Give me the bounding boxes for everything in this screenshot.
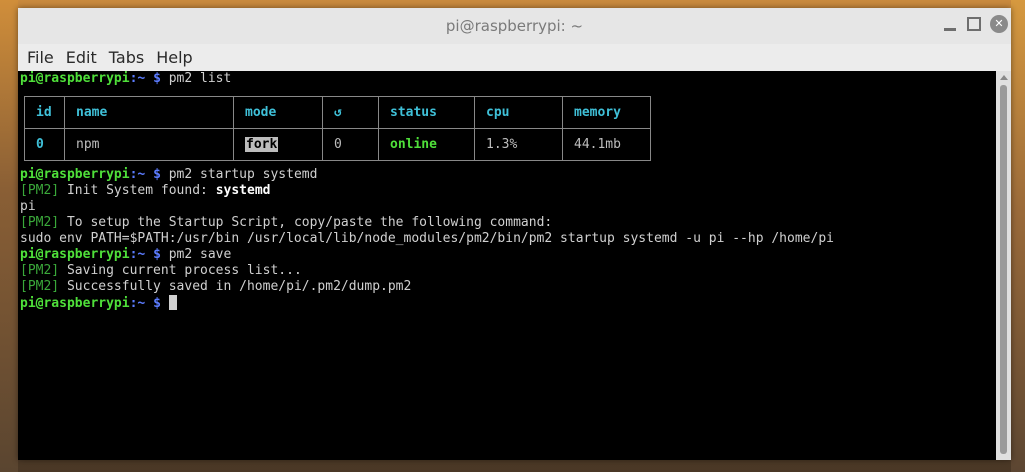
output-text: Successfully saved in /home/pi/.pm2/dump… xyxy=(59,279,412,294)
desktop-background-right xyxy=(1011,0,1025,472)
output-value: systemd xyxy=(215,183,271,198)
command-text: pm2 list xyxy=(160,71,232,86)
command-line: pi@raspberrypi:~ $ xyxy=(20,295,177,311)
command-line: pi@raspberrypi:~ $ pm2 save xyxy=(20,247,231,263)
table-row: 0 npm fork 0 online 1.3% 44.1mb xyxy=(24,128,651,161)
command-line: pi@raspberrypi:~ $ pm2 list xyxy=(20,71,231,87)
close-icon: ✕ xyxy=(994,17,1004,30)
output-line: [PM2] Init System found: systemd xyxy=(20,183,270,199)
output-text: To setup the Startup Script, copy/paste … xyxy=(59,215,553,230)
close-button[interactable]: ✕ xyxy=(990,15,1008,33)
process-table: id name mode ↺ status cpu memory 0 npm f… xyxy=(24,96,651,161)
minimize-button[interactable] xyxy=(940,14,960,34)
prompt-user: pi@raspberrypi xyxy=(20,71,130,86)
window-title: pi@raspberrypi: ~ xyxy=(445,17,584,35)
text-cursor xyxy=(168,295,177,310)
prompt-dir: ~ xyxy=(137,296,146,311)
output-line: [PM2] To setup the Startup Script, copy/… xyxy=(20,215,552,231)
output-line: [PM2] Successfully saved in /home/pi/.pm… xyxy=(20,279,411,295)
prompt-symbol: $ xyxy=(153,296,161,311)
pm2-tag: [PM2] xyxy=(20,215,60,230)
scroll-up-icon[interactable] xyxy=(1000,75,1008,80)
cell-status: online xyxy=(378,128,475,161)
prompt-dir: ~ xyxy=(137,247,146,262)
output-text: Init System found: xyxy=(59,183,216,198)
menu-tabs[interactable]: Tabs xyxy=(103,48,150,67)
cell-restarts: 0 xyxy=(322,128,379,161)
prompt-dir: ~ xyxy=(137,71,146,86)
header-restarts: ↺ xyxy=(322,96,379,129)
mode-badge: fork xyxy=(245,137,279,152)
header-cpu: cpu xyxy=(474,96,563,129)
prompt-symbol: $ xyxy=(153,71,161,86)
menu-edit[interactable]: Edit xyxy=(60,48,103,67)
pm2-tag: [PM2] xyxy=(20,183,60,198)
menu-bar: File Edit Tabs Help xyxy=(18,44,1011,71)
cell-mode: fork xyxy=(233,128,323,161)
header-mode: mode xyxy=(233,96,323,129)
command-line: pi@raspberrypi:~ $ pm2 startup systemd xyxy=(20,167,317,183)
scrollbar-thumb[interactable] xyxy=(1000,85,1007,454)
output-line: pi xyxy=(20,199,36,214)
terminal-output[interactable]: pi@raspberrypi:~ $ pm2 list id name mode… xyxy=(18,71,996,460)
maximize-icon xyxy=(967,17,981,31)
table-header-row: id name mode ↺ status cpu memory xyxy=(24,96,651,129)
desktop-background-left xyxy=(0,0,18,472)
cell-memory: 44.1mb xyxy=(562,128,651,161)
terminal-window: pi@raspberrypi: ~ ✕ File Edit Tabs Help … xyxy=(18,8,1011,460)
output-line: sudo env PATH=$PATH:/usr/bin /usr/local/… xyxy=(20,231,834,246)
vertical-scrollbar[interactable] xyxy=(996,71,1011,460)
output-line: [PM2] Saving current process list... xyxy=(20,263,302,279)
command-text: pm2 save xyxy=(160,247,232,262)
maximize-button[interactable] xyxy=(964,14,984,34)
pm2-tag: [PM2] xyxy=(20,279,60,294)
cell-name: npm xyxy=(64,128,234,161)
minimize-icon xyxy=(944,27,956,31)
cell-cpu: 1.3% xyxy=(474,128,563,161)
cell-id: 0 xyxy=(24,128,65,161)
output-text: Saving current process list... xyxy=(59,263,302,278)
command-text: pm2 startup systemd xyxy=(160,167,318,182)
header-memory: memory xyxy=(562,96,651,129)
prompt-user: pi@raspberrypi xyxy=(20,167,130,182)
prompt-dir: ~ xyxy=(137,167,146,182)
menu-help[interactable]: Help xyxy=(150,48,198,67)
title-bar[interactable]: pi@raspberrypi: ~ ✕ xyxy=(18,8,1011,44)
prompt-symbol: $ xyxy=(153,247,161,262)
prompt-user: pi@raspberrypi xyxy=(20,296,130,311)
header-status: status xyxy=(378,96,475,129)
pm2-tag: [PM2] xyxy=(20,263,60,278)
prompt-user: pi@raspberrypi xyxy=(20,247,130,262)
prompt-symbol: $ xyxy=(153,167,161,182)
header-name: name xyxy=(64,96,234,129)
menu-file[interactable]: File xyxy=(21,48,60,67)
header-id: id xyxy=(24,96,65,129)
